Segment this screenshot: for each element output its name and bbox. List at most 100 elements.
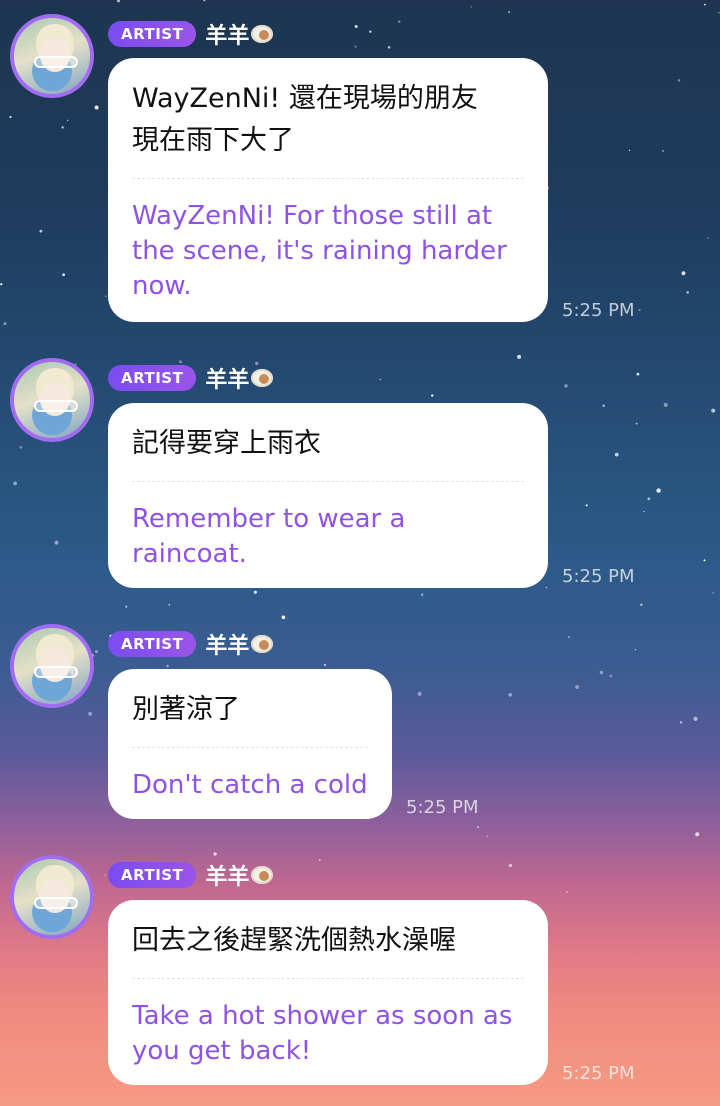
star — [431, 394, 434, 397]
star — [116, 0, 121, 3]
star — [13, 481, 17, 486]
star — [711, 408, 716, 413]
message-header: ARTIST 羊羊 — [108, 860, 275, 890]
star — [94, 105, 99, 110]
timestamp: 5:25 PM — [406, 797, 479, 818]
star — [585, 504, 588, 507]
star — [566, 891, 568, 893]
star — [62, 273, 65, 277]
star — [61, 126, 64, 129]
artist-avatar[interactable] — [10, 14, 94, 98]
star — [638, 309, 641, 311]
star — [662, 150, 664, 152]
translated-text: Remember to wear a raincoat. — [132, 504, 406, 569]
sheep-icon — [251, 24, 275, 44]
star — [508, 693, 512, 697]
star — [695, 832, 700, 837]
star — [203, 0, 206, 2]
sheep-icon — [251, 865, 275, 885]
star — [679, 721, 683, 724]
message-bubble[interactable]: 別著涼了 Don't catch a cold — [108, 669, 392, 819]
star — [599, 670, 604, 675]
star — [643, 510, 645, 513]
timestamp: 5:25 PM — [562, 566, 635, 587]
star — [253, 590, 257, 594]
star — [718, 12, 720, 14]
star — [318, 859, 321, 861]
original-text: 回去之後趕緊洗個熱水澡喔 — [132, 925, 456, 956]
star — [647, 497, 651, 501]
sheep-icon — [251, 368, 275, 388]
star — [636, 372, 640, 376]
message-header: ARTIST 羊羊 — [108, 363, 275, 393]
star — [39, 229, 43, 233]
star — [567, 636, 570, 638]
star — [575, 685, 579, 689]
original-text: 別著涼了 — [132, 694, 240, 725]
star — [88, 711, 93, 716]
original-text: 記得要穿上雨衣 — [132, 428, 321, 459]
star — [686, 291, 689, 294]
star — [95, 650, 98, 653]
star — [354, 25, 358, 28]
star — [634, 649, 637, 651]
star — [369, 30, 372, 33]
star — [470, 6, 472, 8]
message-header: ARTIST 羊羊 — [108, 19, 275, 49]
star — [602, 404, 605, 408]
star — [712, 592, 714, 594]
star — [379, 378, 382, 381]
star — [3, 322, 7, 326]
translated-text: Take a hot shower as soon as you get bac… — [132, 1001, 513, 1066]
message-bubble[interactable]: WayZenNi! 還在現場的朋友 現在雨下大了 WayZenNi! For t… — [108, 58, 548, 322]
star — [681, 271, 686, 276]
sender-name[interactable]: 羊羊 — [205, 628, 249, 660]
artist-avatar[interactable] — [10, 855, 94, 939]
message-bubble[interactable]: 回去之後趕緊洗個熱水澡喔 Take a hot shower as soon a… — [108, 900, 548, 1085]
star — [640, 603, 643, 606]
star — [166, 664, 169, 668]
star — [477, 826, 479, 828]
star — [564, 384, 568, 388]
star — [398, 20, 401, 23]
star — [707, 237, 709, 239]
sender-name[interactable]: 羊羊 — [205, 362, 249, 394]
star — [635, 422, 638, 425]
star — [656, 488, 661, 493]
star — [354, 45, 357, 48]
artist-badge: ARTIST — [108, 862, 197, 888]
star — [704, 3, 706, 6]
star — [125, 605, 128, 608]
star — [420, 593, 424, 597]
star — [67, 119, 69, 121]
star — [508, 11, 511, 14]
timestamp: 5:25 PM — [562, 1063, 635, 1084]
sender-name[interactable]: 羊羊 — [205, 18, 249, 50]
sheep-icon — [251, 634, 275, 654]
star — [105, 295, 107, 298]
star — [517, 354, 522, 359]
message-header: ARTIST 羊羊 — [108, 629, 275, 659]
artist-avatar[interactable] — [10, 624, 94, 708]
star — [703, 559, 706, 562]
star — [323, 663, 327, 667]
artist-avatar[interactable] — [10, 358, 94, 442]
star — [213, 852, 217, 856]
star — [508, 863, 512, 868]
star — [0, 283, 3, 286]
timestamp: 5:25 PM — [562, 300, 635, 321]
original-text: WayZenNi! 還在現場的朋友 現在雨下大了 — [132, 83, 478, 156]
star — [486, 835, 489, 838]
sender-name[interactable]: 羊羊 — [205, 859, 249, 891]
translated-text: WayZenNi! For those still at the scene, … — [132, 201, 507, 301]
star — [609, 674, 613, 678]
star — [387, 46, 391, 49]
artist-badge: ARTIST — [108, 21, 197, 47]
star — [9, 115, 12, 119]
star — [104, 874, 106, 876]
artist-badge: ARTIST — [108, 365, 197, 391]
star — [545, 586, 548, 589]
star — [54, 540, 59, 545]
star — [614, 452, 619, 457]
message-bubble[interactable]: 記得要穿上雨衣 Remember to wear a raincoat. — [108, 403, 548, 588]
